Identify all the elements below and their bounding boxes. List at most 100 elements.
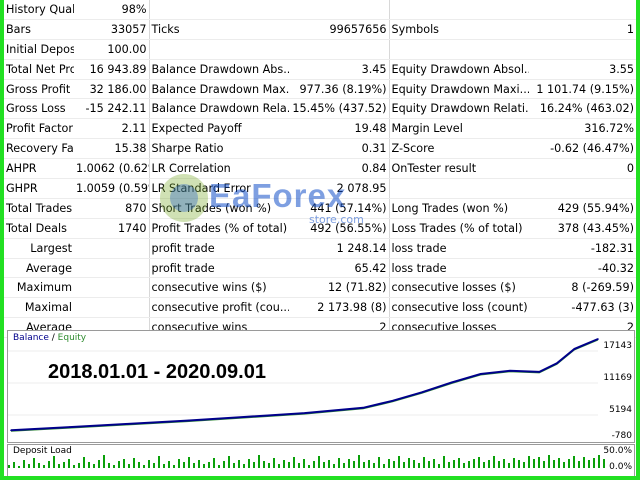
deposit-bar xyxy=(363,462,365,468)
deposit-bar xyxy=(18,466,20,468)
balance-point xyxy=(556,362,558,365)
deposit-bar xyxy=(168,461,170,468)
balance-point xyxy=(479,373,482,375)
stats-cell: consecutive profit (cou... xyxy=(148,297,289,319)
deposit-bar xyxy=(58,464,60,468)
deposit-bar xyxy=(348,459,350,468)
deposit-bar xyxy=(23,460,25,468)
stats-cell xyxy=(289,0,389,20)
stats-cell: Total Deals xyxy=(4,218,74,239)
deposit-bar xyxy=(503,459,505,468)
deposit-bar xyxy=(133,458,135,468)
deposit-bar xyxy=(253,462,255,468)
stats-cell: Gross Loss xyxy=(4,98,74,120)
deposit-bar xyxy=(418,463,420,468)
deposit-bar xyxy=(548,455,550,468)
deposit-bar xyxy=(343,463,345,468)
deposit-bar xyxy=(223,461,225,468)
deposit-bar xyxy=(553,460,555,468)
deposit-bar xyxy=(283,460,285,468)
deposit-bar xyxy=(153,463,155,468)
deposit-bar xyxy=(538,457,540,468)
stats-cell xyxy=(148,39,289,60)
stats-cell: consecutive wins ($) xyxy=(148,277,289,299)
stats-cell: Z-Score xyxy=(388,138,529,160)
stats-cell xyxy=(388,39,529,60)
balance-point xyxy=(362,406,365,409)
stats-cell: Sharpe Ratio xyxy=(148,138,289,160)
deposit-load-panel: Deposit Load 50.0% 0.0% 2018.01.122018.0… xyxy=(7,444,635,476)
deposit-bar xyxy=(43,465,45,468)
deposit-bar xyxy=(263,461,265,468)
stats-cell: 1 xyxy=(529,19,636,40)
deposit-bar xyxy=(563,462,565,468)
deposit-bar xyxy=(213,458,215,468)
deposit-bar xyxy=(528,456,530,468)
stats-cell: 15.38 xyxy=(74,138,149,160)
chart-legend: Balance / Equity xyxy=(13,333,86,343)
deposit-bar xyxy=(508,463,510,468)
stats-cell: Balance Drawdown Rela... xyxy=(148,98,289,120)
stats-cell: Margin Level xyxy=(388,118,529,140)
deposit-bar xyxy=(238,460,240,468)
deposit-bar xyxy=(188,457,190,468)
deposit-bar xyxy=(368,460,370,468)
stats-cell: Average xyxy=(4,258,74,279)
deposit-bar xyxy=(373,463,375,468)
deposit-bar xyxy=(513,458,515,468)
deposit-bar xyxy=(598,455,600,468)
watermark-sub: store.com xyxy=(309,213,364,226)
deposit-bar xyxy=(203,464,205,468)
deposit-bar xyxy=(483,462,485,468)
deposit-bar xyxy=(468,461,470,468)
stats-cell: Expected Payoff xyxy=(148,118,289,140)
stats-cell: 3.55 xyxy=(529,59,636,80)
stats-cell: 378 (43.45%) xyxy=(529,218,636,239)
date-range-label: 2018.01.01 - 2020.09.01 xyxy=(48,361,266,383)
deposit-bar xyxy=(523,462,525,468)
deposit-bar xyxy=(578,461,580,468)
deposit-bar xyxy=(543,461,545,468)
stats-row: Initial Deposit100.00 xyxy=(4,39,636,60)
stats-cell xyxy=(289,39,389,60)
stats-cell: -0.62 (46.47%) xyxy=(529,138,636,160)
stats-cell: -40.32 xyxy=(529,258,636,279)
stats-cell: 1.0062 (0.62%) xyxy=(74,158,149,180)
stats-cell: Symbols xyxy=(388,19,529,40)
stats-cell: Maximum xyxy=(4,277,74,299)
stats-cell: 8 (-269.59) xyxy=(529,277,636,299)
stats-cell xyxy=(74,297,149,319)
deposit-bar xyxy=(388,459,390,468)
stats-cell: 316.72% xyxy=(529,118,636,140)
deposit-bar xyxy=(233,463,235,468)
stats-cell xyxy=(529,0,636,20)
stats-cell: History Quality xyxy=(4,0,74,20)
deposit-bar xyxy=(248,459,250,468)
deposit-bar xyxy=(593,458,595,468)
stats-cell: -182.31 xyxy=(529,238,636,259)
deposit-bar xyxy=(603,459,605,468)
deposit-bar xyxy=(478,457,480,468)
deposit-bar xyxy=(323,462,325,468)
stats-cell: 429 (55.94%) xyxy=(529,198,636,219)
balance-point xyxy=(538,371,541,373)
stats-cell: 870 xyxy=(74,198,149,219)
deposit-bar xyxy=(103,455,105,468)
stats-cell xyxy=(148,0,289,20)
stats-cell: 3.45 xyxy=(289,59,389,80)
deposit-bar xyxy=(38,463,40,468)
deposit-bar xyxy=(193,463,195,468)
legend-separator: / xyxy=(48,333,58,343)
stats-cell: Largest xyxy=(4,238,74,259)
deposit-bar xyxy=(583,457,585,468)
deposit-bar xyxy=(143,465,145,468)
deposit-bar xyxy=(498,461,500,468)
stats-row: Maximum consecutive wins ($) 12 (71.82) con… xyxy=(4,277,636,299)
deposit-bar xyxy=(118,461,120,468)
stats-cell: 1740 xyxy=(74,218,149,239)
deposit-bar xyxy=(73,465,75,468)
stats-cell: 0 xyxy=(529,158,636,180)
stats-row: Profit Factor 2.11 Expected Payoff 19.48 Mar… xyxy=(4,118,636,140)
deposit-bar xyxy=(278,464,280,468)
deposit-bar xyxy=(98,460,100,468)
